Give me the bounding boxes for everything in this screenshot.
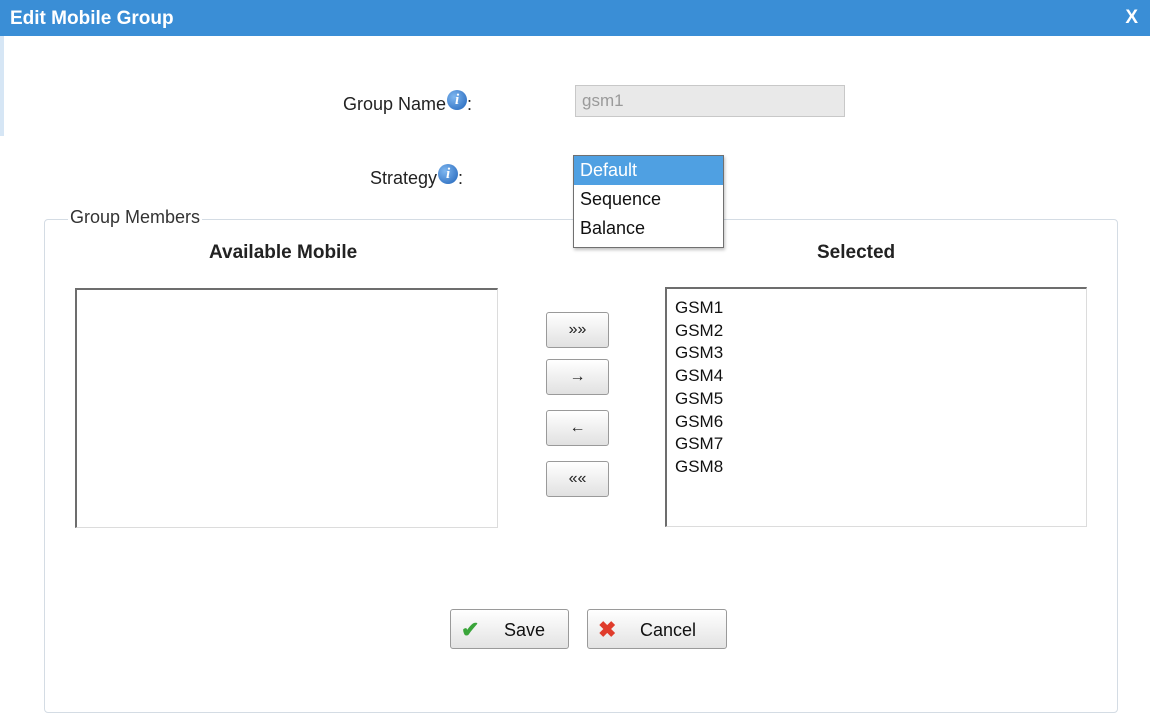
remove-button[interactable]: ← [546, 410, 609, 446]
selected-list[interactable]: GSM1 GSM2 GSM3 GSM4 GSM5 GSM6 GSM7 GSM8 [665, 287, 1087, 527]
add-all-button[interactable]: »» [546, 312, 609, 348]
strategy-option-sequence[interactable]: Sequence [574, 185, 723, 214]
list-item[interactable]: GSM8 [667, 456, 1086, 479]
remove-all-button[interactable]: «« [546, 461, 609, 497]
strategy-option-default[interactable]: Default [574, 156, 723, 185]
info-icon[interactable]: i [438, 164, 459, 184]
selected-header: Selected [817, 242, 896, 263]
checkmark-icon: ✔ [461, 617, 480, 642]
strategy-label: Strategy [370, 168, 438, 188]
list-item[interactable]: GSM3 [667, 342, 1086, 365]
strategy-label-row: Strategy i: [370, 164, 464, 189]
group-name-label-row: Group Name i: [343, 90, 473, 115]
cancel-button[interactable]: ✖ Cancel [587, 609, 727, 649]
group-name-label: Group Name [343, 94, 447, 114]
group-name-input[interactable]: gsm1 [575, 85, 845, 117]
window-edge [0, 36, 4, 136]
info-icon[interactable]: i [447, 90, 468, 110]
strategy-dropdown[interactable]: Default Sequence Balance [573, 155, 724, 248]
dialog-title: Edit Mobile Group [10, 8, 174, 29]
list-item[interactable]: GSM6 [667, 411, 1086, 434]
list-item[interactable]: GSM1 [667, 297, 1086, 320]
list-item[interactable]: GSM4 [667, 365, 1086, 388]
strategy-colon: : [458, 168, 464, 188]
available-mobile-list[interactable] [75, 288, 498, 528]
strategy-option-balance[interactable]: Balance [574, 214, 723, 243]
list-item[interactable]: GSM7 [667, 433, 1086, 456]
cancel-x-icon: ✖ [598, 617, 617, 642]
available-mobile-header: Available Mobile [209, 242, 358, 263]
list-item[interactable]: GSM5 [667, 388, 1086, 411]
group-name-colon: : [467, 94, 473, 114]
dialog-titlebar: Edit Mobile Group X [0, 0, 1150, 36]
add-button[interactable]: → [546, 359, 609, 395]
cancel-button-label: Cancel [640, 620, 697, 640]
list-item[interactable]: GSM2 [667, 320, 1086, 343]
save-button[interactable]: ✔ Save [450, 609, 569, 649]
save-button-label: Save [504, 620, 546, 640]
close-button[interactable]: X [1125, 7, 1138, 29]
group-members-legend: Group Members [68, 207, 203, 228]
